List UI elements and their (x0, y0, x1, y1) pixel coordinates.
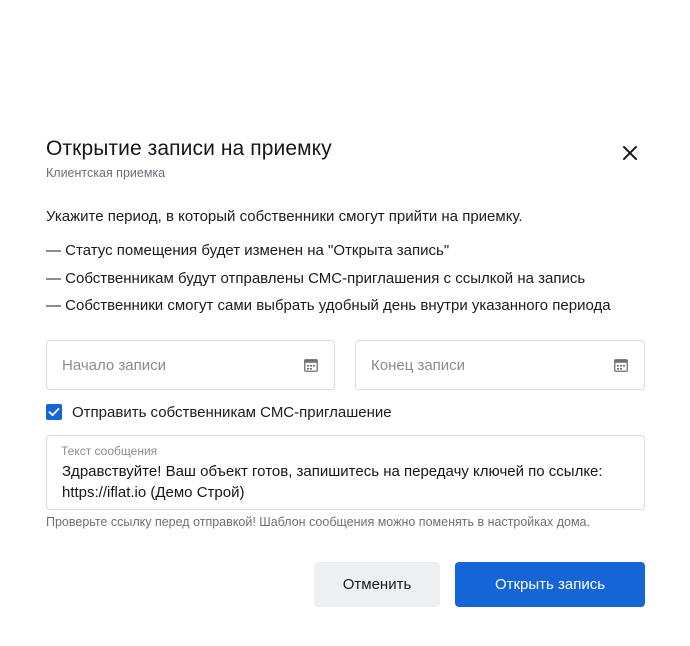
cancel-button[interactable]: Отменить (314, 562, 440, 607)
message-text[interactable]: Здравствуйте! Ваш объект готов, запишите… (62, 461, 632, 503)
message-label: Текст сообщения (61, 444, 158, 458)
open-registration-button[interactable]: Открыть запись (455, 562, 645, 607)
check-icon (48, 407, 60, 417)
dialog-intro-text: Укажите период, в который собственники с… (46, 208, 523, 225)
start-date-field[interactable]: Начало записи (46, 340, 335, 390)
info-bullet: — Собственникам будут отправлены СМС-при… (46, 270, 586, 287)
message-hint: Проверьте ссылку перед отправкой! Шаблон… (46, 515, 590, 529)
dialog-title: Открытие записи на приемку (46, 137, 332, 160)
calendar-icon[interactable] (614, 358, 628, 372)
info-bullet: — Статус помещения будет изменен на "Отк… (46, 242, 450, 259)
end-date-placeholder: Конец записи (371, 357, 466, 374)
dialog-subtitle: Клиентская приемка (46, 166, 166, 180)
close-icon[interactable] (619, 142, 641, 164)
calendar-icon[interactable] (304, 358, 318, 372)
message-textarea[interactable]: Текст сообщения Здравствуйте! Ваш объект… (46, 435, 645, 510)
info-bullet: — Собственники смогут сами выбрать удобн… (46, 297, 611, 314)
sms-invite-checkbox[interactable] (46, 404, 62, 420)
sms-invite-label[interactable]: Отправить собственникам СМС-приглашение (72, 404, 392, 421)
end-date-field[interactable]: Конец записи (355, 340, 645, 390)
start-date-placeholder: Начало записи (62, 357, 167, 374)
open-registration-dialog: Открытие записи на приемку Клиентская пр… (37, 128, 655, 618)
